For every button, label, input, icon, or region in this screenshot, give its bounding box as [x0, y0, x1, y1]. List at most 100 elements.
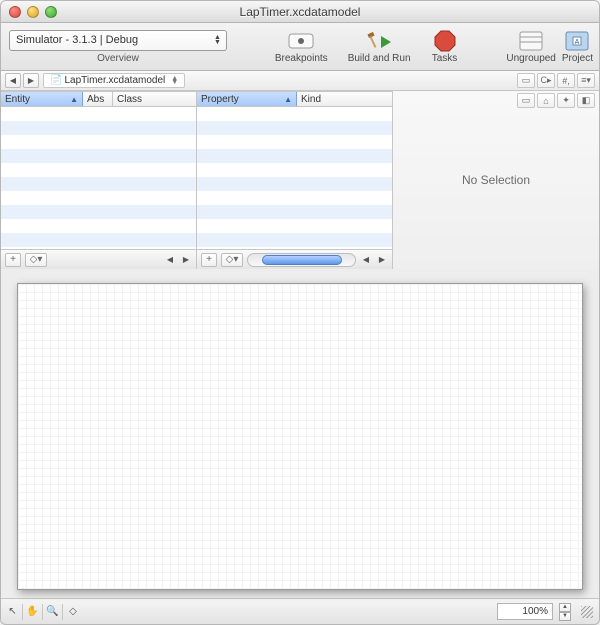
- stop-icon: [431, 29, 459, 53]
- ungrouped-label: Ungrouped: [506, 53, 555, 64]
- entity-col-abs[interactable]: Abs: [83, 92, 113, 106]
- hand-tool[interactable]: ✋: [27, 604, 43, 620]
- breadcrumb-arrows-icon: ▲▼: [171, 77, 178, 85]
- statusbar: ↖ ✋ 🔍 ◇ 100% ▲ ▼: [1, 598, 599, 624]
- abs-col-label: Abs: [87, 94, 104, 105]
- file-icon: 📄: [50, 75, 62, 86]
- inspector-tab-4[interactable]: ◧: [577, 93, 595, 108]
- zoom-field[interactable]: 100%: [497, 603, 553, 620]
- entity-mode-button[interactable]: ◇▾: [25, 253, 47, 267]
- toolbar: Simulator - 3.1.3 | Debug ▲▼ Overview Br…: [1, 23, 599, 71]
- scheme-popup[interactable]: Simulator - 3.1.3 | Debug ▲▼: [9, 30, 227, 51]
- back-button[interactable]: ◀: [5, 73, 21, 88]
- xcode-window: LapTimer.xcdatamodel Simulator - 3.1.3 |…: [0, 0, 600, 625]
- property-col-label: Property: [201, 94, 239, 105]
- project-button[interactable]: A Project: [562, 29, 593, 64]
- property-header: Property ▲ Kind: [197, 91, 392, 107]
- table-row: [1, 233, 196, 247]
- pointer-tool[interactable]: ↖: [7, 604, 23, 620]
- toolbar-right: Ungrouped A Project: [506, 29, 599, 64]
- breadcrumb[interactable]: 📄 LapTimer.xcdatamodel ▲▼: [43, 73, 185, 88]
- counterpart-button[interactable]: ▭: [517, 73, 535, 88]
- scheme-caption: Overview: [9, 53, 227, 64]
- entity-col-class[interactable]: Class: [113, 92, 196, 106]
- ungrouped-button[interactable]: Ungrouped: [506, 29, 555, 64]
- inspector-tab-2[interactable]: ⌂: [537, 93, 555, 108]
- property-prev-button[interactable]: ◀: [360, 253, 372, 267]
- inspector-tab-3[interactable]: ✦: [557, 93, 575, 108]
- titlebar: LapTimer.xcdatamodel: [1, 1, 599, 23]
- no-selection-label: No Selection: [462, 173, 530, 187]
- property-col-kind[interactable]: Kind: [297, 92, 392, 106]
- bookmarks-button[interactable]: #,: [557, 73, 575, 88]
- add-entity-button[interactable]: +: [5, 253, 21, 267]
- resize-grip-icon[interactable]: [581, 606, 593, 618]
- entity-rows[interactable]: [1, 107, 196, 249]
- table-row: [1, 149, 196, 163]
- add-property-button[interactable]: +: [201, 253, 217, 267]
- zoom-up[interactable]: ▲: [559, 603, 571, 612]
- entity-panel: Entity ▲ Abs Class + ◇▾: [1, 91, 197, 269]
- property-next-button[interactable]: ▶: [376, 253, 388, 267]
- table-row: [197, 107, 392, 121]
- zoom-down[interactable]: ▼: [559, 612, 571, 621]
- detail-inspector: ▭ ⌂ ✦ ◧ No Selection: [393, 91, 599, 269]
- diagram-area: [1, 269, 599, 598]
- table-row: [197, 191, 392, 205]
- inspector-tab-1[interactable]: ▭: [517, 93, 535, 108]
- build-run-label: Build and Run: [348, 53, 411, 64]
- breakpoints-icon: [287, 29, 315, 53]
- entity-footer: + ◇▾ ◀ ▶: [1, 249, 196, 269]
- table-row: [197, 219, 392, 233]
- property-col-property[interactable]: Property ▲: [197, 92, 297, 106]
- toolbar-left: Simulator - 3.1.3 | Debug ▲▼ Overview: [1, 30, 227, 64]
- breakpoints-button[interactable]: Breakpoints: [275, 29, 328, 64]
- entity-next-button[interactable]: ▶: [180, 253, 192, 267]
- entity-col-entity[interactable]: Entity ▲: [1, 92, 83, 106]
- ungrouped-icon: [517, 29, 545, 53]
- kind-col-label: Kind: [301, 94, 321, 105]
- forward-button[interactable]: ▶: [23, 73, 39, 88]
- sb-tools: ↖ ✋ 🔍 ◇: [7, 604, 83, 620]
- property-rows[interactable]: [197, 107, 392, 249]
- zoom-tool[interactable]: 🔍: [47, 604, 63, 620]
- sort-asc-icon: ▲: [284, 95, 292, 104]
- table-row: [1, 163, 196, 177]
- tasks-button[interactable]: Tasks: [431, 29, 459, 64]
- zoom-stepper: ▲ ▼: [559, 603, 571, 621]
- outline-button[interactable]: ≡▾: [577, 73, 595, 88]
- table-row: [197, 135, 392, 149]
- table-row: [197, 121, 392, 135]
- table-row: [197, 177, 392, 191]
- sort-asc-icon: ▲: [70, 95, 78, 104]
- diagram-canvas[interactable]: [17, 283, 583, 590]
- table-row: [197, 205, 392, 219]
- table-row: [1, 219, 196, 233]
- class-col-label: Class: [117, 94, 142, 105]
- property-hscroll[interactable]: [247, 253, 356, 267]
- breadcrumb-label: LapTimer.xcdatamodel: [64, 75, 165, 86]
- tasks-label: Tasks: [432, 53, 458, 64]
- table-row: [1, 121, 196, 135]
- entity-header: Entity ▲ Abs Class: [1, 91, 196, 107]
- entity-prev-button[interactable]: ◀: [164, 253, 176, 267]
- window-title: LapTimer.xcdatamodel: [1, 5, 599, 19]
- pathbar: ◀ ▶ 📄 LapTimer.xcdatamodel ▲▼ ▭ C▸ #, ≡▾: [1, 71, 599, 91]
- lock-button[interactable]: C▸: [537, 73, 555, 88]
- scroll-thumb[interactable]: [262, 255, 342, 265]
- table-row: [1, 177, 196, 191]
- property-mode-button[interactable]: ◇▾: [221, 253, 243, 267]
- pathbar-tools: ▭ C▸ #, ≡▾: [517, 73, 595, 88]
- build-run-button[interactable]: Build and Run: [348, 29, 411, 64]
- project-icon: A: [563, 29, 591, 53]
- sb-right: 100% ▲ ▼: [497, 603, 593, 621]
- property-footer: + ◇▾ ◀ ▶: [197, 249, 392, 269]
- table-row: [1, 191, 196, 205]
- zoom-value: 100%: [522, 606, 548, 617]
- history-nav: ◀ ▶: [5, 73, 39, 88]
- breakpoints-label: Breakpoints: [275, 53, 328, 64]
- hammer-play-icon: [365, 29, 393, 53]
- note-tool[interactable]: ◇: [67, 604, 83, 620]
- entity-col-label: Entity: [5, 94, 30, 105]
- table-row: [1, 135, 196, 149]
